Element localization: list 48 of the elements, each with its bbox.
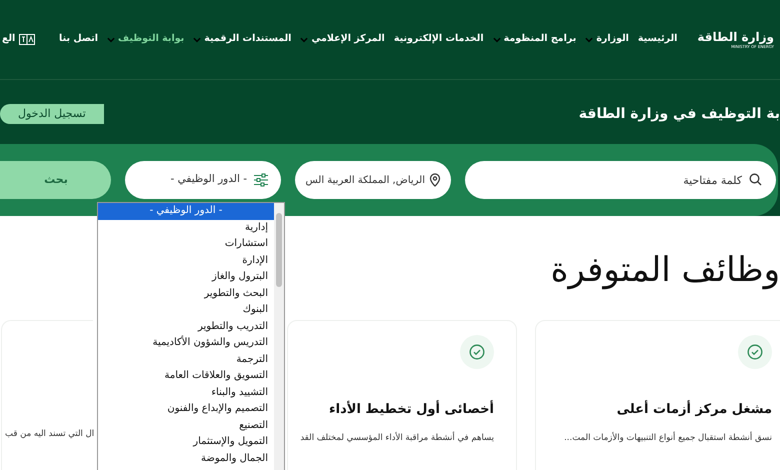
job-card[interactable]: مشغل مركز أزمات أعلى نسق أنشطة استقبال جميع أنواع التنبيهات والأزمات المت... bbox=[535, 320, 780, 470]
jobs-heading: وظائف المتوفرة bbox=[550, 249, 780, 292]
job-title[interactable]: مشغل مركز أزمات أعلى bbox=[546, 400, 772, 420]
location-pin-icon bbox=[429, 173, 441, 187]
scrollbar[interactable] bbox=[274, 203, 284, 470]
dropdown-option[interactable]: البنوك bbox=[98, 302, 274, 318]
location-field[interactable]: الرياض, المملكة العربية الس bbox=[295, 161, 451, 199]
page-title: بة التوظيف في وزارة الطاقة bbox=[578, 105, 780, 124]
dropdown-option[interactable]: - الدور الوظيفي - bbox=[98, 203, 274, 220]
search-icon bbox=[749, 173, 762, 186]
dropdown-option[interactable]: البحث والتطوير bbox=[98, 286, 274, 302]
dropdown-option[interactable]: التدريس والشؤون الأكاديمية bbox=[98, 335, 274, 352]
nav-link[interactable]: الوزارة bbox=[596, 32, 629, 47]
dropdown-option[interactable]: التدريب والتطوير bbox=[98, 318, 274, 335]
job-description: نسق أنشطة استقبال جميع أنواع التنبيهات والأزمات المت... bbox=[564, 432, 772, 444]
nav-link[interactable]: الرئيسية bbox=[638, 32, 678, 47]
dropdown-option[interactable]: البترول والغاز bbox=[98, 269, 274, 286]
dropdown-option[interactable]: التصنيع bbox=[98, 418, 274, 434]
dropdown-option[interactable]: إدارية bbox=[98, 220, 274, 236]
job-card[interactable]: أخصائى أول تخطيط الأداء يساهم في أنشطة مراقبة الأداء المؤسسي لمختلف القد bbox=[287, 320, 517, 470]
keyword-field[interactable]: كلمة مفتاحية bbox=[465, 161, 776, 199]
check-circle-icon bbox=[747, 344, 763, 360]
dropdown-option[interactable]: الجمال والموضة bbox=[98, 450, 274, 467]
nav-link[interactable]: برامج المنظومة bbox=[504, 32, 576, 47]
dropdown-option[interactable]: التصميم والإبداع والفنون bbox=[98, 401, 274, 418]
job-card[interactable]: ال التي تسند اليه من قب bbox=[1, 320, 93, 470]
dropdown-option[interactable]: استشارات bbox=[98, 236, 274, 252]
dropdown-option[interactable]: التشييد والبناء bbox=[98, 384, 274, 401]
dropdown-option[interactable]: التسويق والعلاقات العامة bbox=[98, 368, 274, 384]
ministry-logo-text: وزارة الطاقة bbox=[697, 30, 774, 44]
nav-link[interactable]: المركز الإعلامي bbox=[311, 32, 385, 47]
job-description: يساهم في أنشطة مراقبة الأداء المؤسسي لمختلف القد bbox=[300, 432, 494, 444]
language-icon[interactable] bbox=[19, 34, 36, 45]
login-button[interactable]: تسجيل الدخول bbox=[0, 104, 104, 124]
filter-sliders-icon bbox=[253, 173, 269, 187]
check-circle-icon bbox=[469, 344, 485, 360]
language-link[interactable]: الع bbox=[2, 32, 16, 47]
job-title[interactable]: أخصائى أول تخطيط الأداء bbox=[298, 400, 494, 420]
dropdown-option[interactable]: الترجمة bbox=[98, 352, 274, 368]
nav-link[interactable]: المستندات الرقمية bbox=[204, 32, 292, 47]
role-select[interactable]: - الدور الوظيفي - bbox=[125, 161, 281, 199]
dropdown-option[interactable]: التمويل والإستثمار bbox=[98, 434, 274, 450]
nav-link[interactable]: الخدمات الإلكترونية bbox=[394, 32, 484, 47]
job-description: ال التي تسند اليه من قب bbox=[5, 428, 94, 441]
search-button[interactable]: بحث bbox=[0, 161, 111, 199]
nav-link[interactable]: اتصل بنا bbox=[59, 32, 98, 47]
dropdown-option[interactable]: الإدارة bbox=[98, 252, 274, 269]
nav-link[interactable]: بوابة التوظيف bbox=[118, 32, 184, 47]
